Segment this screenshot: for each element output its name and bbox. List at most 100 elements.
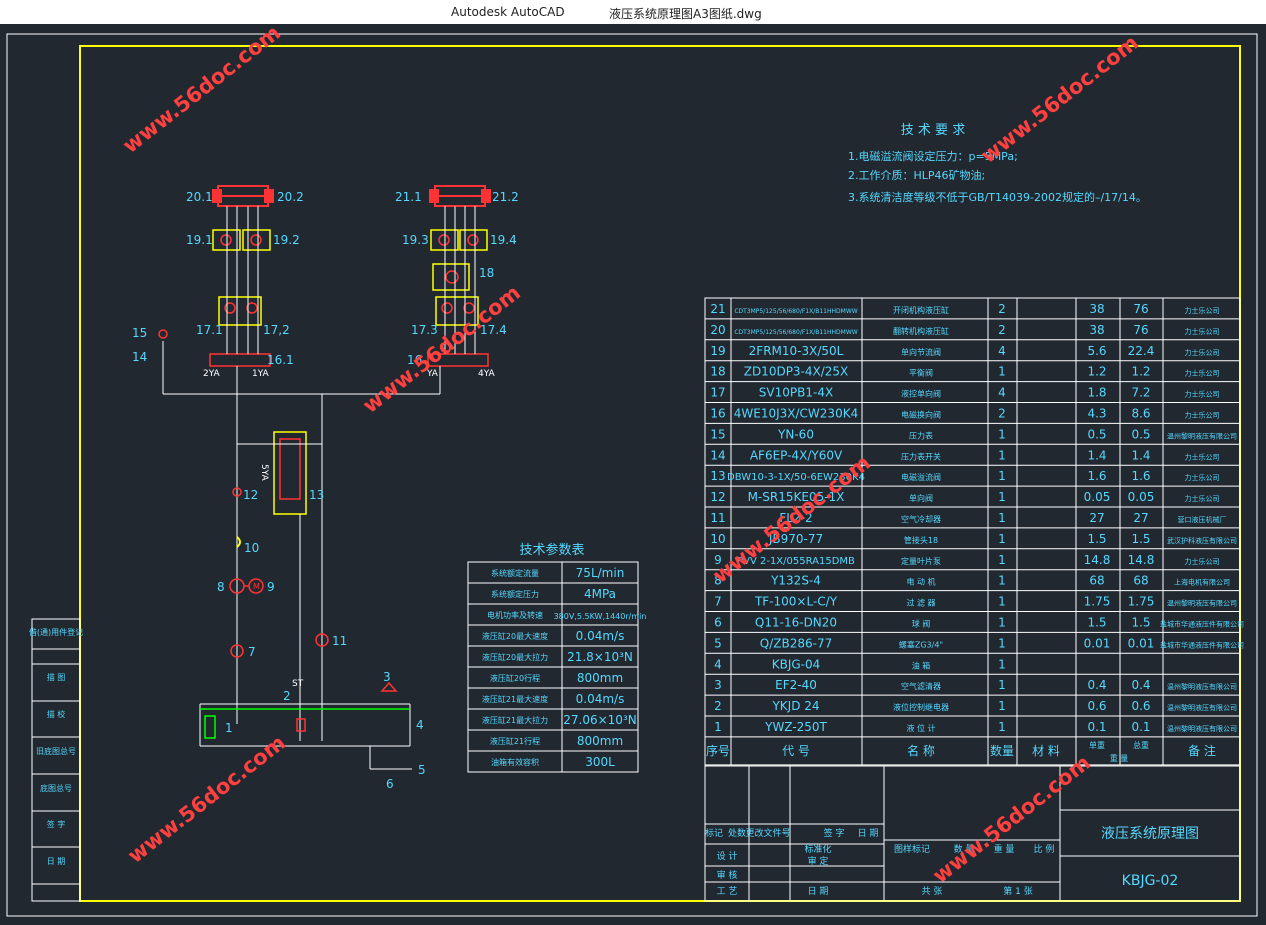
- bom-cell-code: YKJD 24: [771, 699, 819, 713]
- window-titlebar: Autodesk AutoCAD 液压系统原理图A3图纸.dwg: [0, 0, 1266, 24]
- bom-cell-qty: 1: [998, 657, 1006, 671]
- bom-cell-name: 管接头18: [904, 535, 938, 545]
- bom-cell-w1: 68: [1089, 574, 1104, 588]
- bom-cell-w2: 76: [1133, 323, 1148, 337]
- bom-cell-w1: 0.5: [1087, 427, 1106, 441]
- bom-cell-code: YN-60: [777, 427, 814, 441]
- bom-cell-n: 6: [714, 616, 722, 630]
- bom-header-name: 名 称: [907, 743, 935, 758]
- watermarks: www.56doc.com www.56doc.com www.56doc.co…: [118, 20, 1143, 888]
- label-6: 6: [386, 777, 394, 791]
- bom-cell-w2: 0.01: [1128, 636, 1155, 650]
- bom-cell-w2: 1.5: [1131, 532, 1150, 546]
- bom-cell-w2: 1.4: [1131, 448, 1150, 462]
- hydraulic-schematic: 20.1 20.2 21.1 21.2 19.1 19.2 19.3 19.4 …: [132, 185, 519, 791]
- bom-cell-note: 盐城市华通液压件有限公司: [1160, 620, 1244, 629]
- bom-cell-qty: 1: [998, 490, 1006, 504]
- air-breather-3: [380, 681, 398, 692]
- bom-cell-w2: 22.4: [1128, 344, 1155, 358]
- bom-cell-code: Y132S-4: [770, 574, 821, 588]
- bom-header-weight: 重 量: [1110, 753, 1129, 763]
- param-key: 液压缸21最大速度: [482, 694, 548, 704]
- bom-cell-qty: 1: [998, 469, 1006, 483]
- bom-cell-qty: 1: [998, 511, 1006, 525]
- param-key: 液压缸21行程: [490, 736, 540, 746]
- bom-cell-note: 力士乐公司: [1185, 348, 1220, 357]
- bom-cell-w2: 0.6: [1131, 699, 1150, 713]
- label-20-1: 20.1: [186, 190, 213, 204]
- bom-cell-note: 温州黎明液压有限公司: [1167, 724, 1237, 733]
- bom-cell-w1: 1.5: [1087, 616, 1106, 630]
- label-18: 18: [479, 266, 494, 280]
- param-value: 21.8×10³N: [567, 650, 633, 664]
- bom-header-qty: 数量: [990, 743, 1014, 758]
- bom-cell-qty: 2: [998, 302, 1006, 316]
- bom-cell-n: 20: [710, 323, 725, 337]
- bom-cell-w1: 4.3: [1087, 407, 1106, 421]
- param-value: 380V,5.5KW,1440r/min: [554, 612, 647, 621]
- bom-cell-code: YWZ-250T: [764, 720, 827, 734]
- bom-cell-qty: 1: [998, 636, 1006, 650]
- side-label: 借(通)用件登记: [29, 627, 83, 637]
- label-15: 15: [132, 326, 147, 340]
- bom-cell-note: 力士乐公司: [1185, 473, 1220, 482]
- bom-cell-note: 温州黎明液压有限公司: [1167, 431, 1237, 440]
- bom-cell-w2: 14.8: [1128, 553, 1155, 567]
- bom-cell-w2: 0.1: [1131, 720, 1150, 734]
- bom-cell-qty: 4: [998, 386, 1006, 400]
- bom-cell-w1: 1.75: [1084, 595, 1111, 609]
- bom-cell-n: 19: [710, 344, 725, 358]
- param-key: 电机功率及转速: [487, 610, 543, 620]
- bom-cell-n: 4: [714, 657, 722, 671]
- label-17-3: 17.3: [411, 323, 438, 337]
- side-labels: 借(通)用件登记 描 图 描 校 旧底图总号 底图总号 签 字 日 期: [29, 627, 83, 866]
- bom-cell-w1: 1.6: [1087, 469, 1106, 483]
- role-craft: 工 艺: [717, 886, 738, 897]
- bom-cell-name: 单向阀: [909, 493, 933, 503]
- bom-cell-name: 翻转机构液压缸: [893, 326, 949, 336]
- bom-cell-note: 力士乐公司: [1185, 557, 1220, 566]
- bom-cell-note: 营口液压机械厂: [1178, 515, 1227, 524]
- bom-header-no: 序号: [706, 743, 730, 758]
- tech-requirements-title: 技 术 要 求: [901, 123, 965, 138]
- bom-cell-code: Q/ZB286-77: [760, 636, 832, 650]
- bom-cell-qty: 1: [998, 595, 1006, 609]
- param-table-title: 技术参数表: [519, 542, 584, 558]
- std-label: 标准化: [804, 843, 831, 855]
- bom-cell-name: 球 阀: [912, 619, 931, 629]
- drawing-canvas[interactable]: 借(通)用件登记 描 图 描 校 旧底图总号 底图总号 签 字 日 期 技 术 …: [0, 20, 1266, 921]
- stage-header: 比 例: [1034, 843, 1055, 855]
- bom-cell-qty: 1: [998, 720, 1006, 734]
- bom-cell-n: 12: [710, 490, 725, 504]
- bom-cell-qty: 1: [998, 365, 1006, 379]
- bom-cell-w1: 0.4: [1087, 678, 1106, 692]
- bom-cell-qty: 1: [998, 553, 1006, 567]
- watermark: www.56doc.com: [358, 280, 525, 418]
- bom-cell-w2: 0.05: [1128, 490, 1155, 504]
- bom-cell-code: EF2-40: [775, 678, 817, 692]
- bom-cell-name: 螺塞ZG3/4": [899, 639, 943, 649]
- bom-cell-qty: 1: [998, 574, 1006, 588]
- bom-cell-w1: 38: [1089, 302, 1104, 316]
- label-12: 12: [243, 488, 258, 502]
- rev-header: 日 期: [858, 828, 879, 839]
- watermark: www.56doc.com: [118, 24, 285, 158]
- bom-cell-note: 上海电机有限公司: [1174, 578, 1230, 587]
- bom-cell-name: 电磁溢流阀: [901, 472, 941, 482]
- bom-cell-name: 电 动 机: [906, 577, 935, 587]
- param-value: 0.04m/s: [576, 692, 625, 706]
- param-key: 油箱有效容积: [491, 757, 539, 767]
- drawing-title: 液压系统原理图: [1101, 826, 1199, 842]
- label-1ya: 1YA: [252, 369, 270, 379]
- param-value: 75L/min: [576, 566, 625, 580]
- bom-cell-n: 7: [714, 595, 722, 609]
- rev-header: 签 字: [824, 827, 845, 839]
- label-20-2: 20.2: [277, 190, 304, 204]
- bom-cell-name: 压力表: [909, 430, 933, 440]
- cylinder-21: [429, 185, 491, 207]
- bom-cell-n: 15: [710, 427, 725, 441]
- label-5ya: 5YA: [259, 464, 269, 482]
- label-14: 14: [132, 350, 147, 364]
- param-value: 0.04m/s: [576, 629, 625, 643]
- bom-cell-n: 3: [714, 678, 722, 692]
